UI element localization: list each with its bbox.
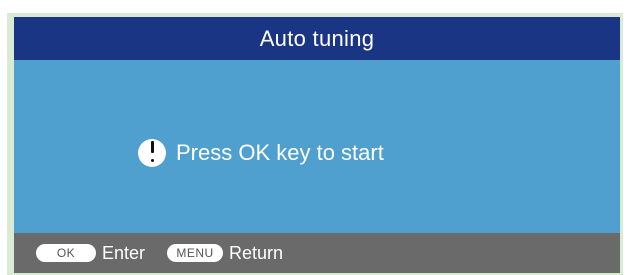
dialog-frame: Auto tuning Press OK key to start OK Ent…	[7, 13, 623, 275]
menu-key-button[interactable]: MENU	[167, 244, 224, 262]
exclamation-icon	[138, 139, 166, 167]
enter-hint-label: Enter	[102, 242, 146, 263]
message-text: Press OK key to start	[176, 140, 384, 165]
return-hint-label: Return	[229, 242, 284, 263]
auto-tuning-dialog: Auto tuning Press OK key to start OK Ent…	[14, 17, 620, 273]
key-hint-bar: OK Enter MENU Return	[14, 233, 620, 273]
dialog-title: Auto tuning	[14, 17, 620, 60]
start-message: Press OK key to start	[138, 136, 384, 170]
ok-key-button[interactable]: OK	[36, 244, 96, 262]
